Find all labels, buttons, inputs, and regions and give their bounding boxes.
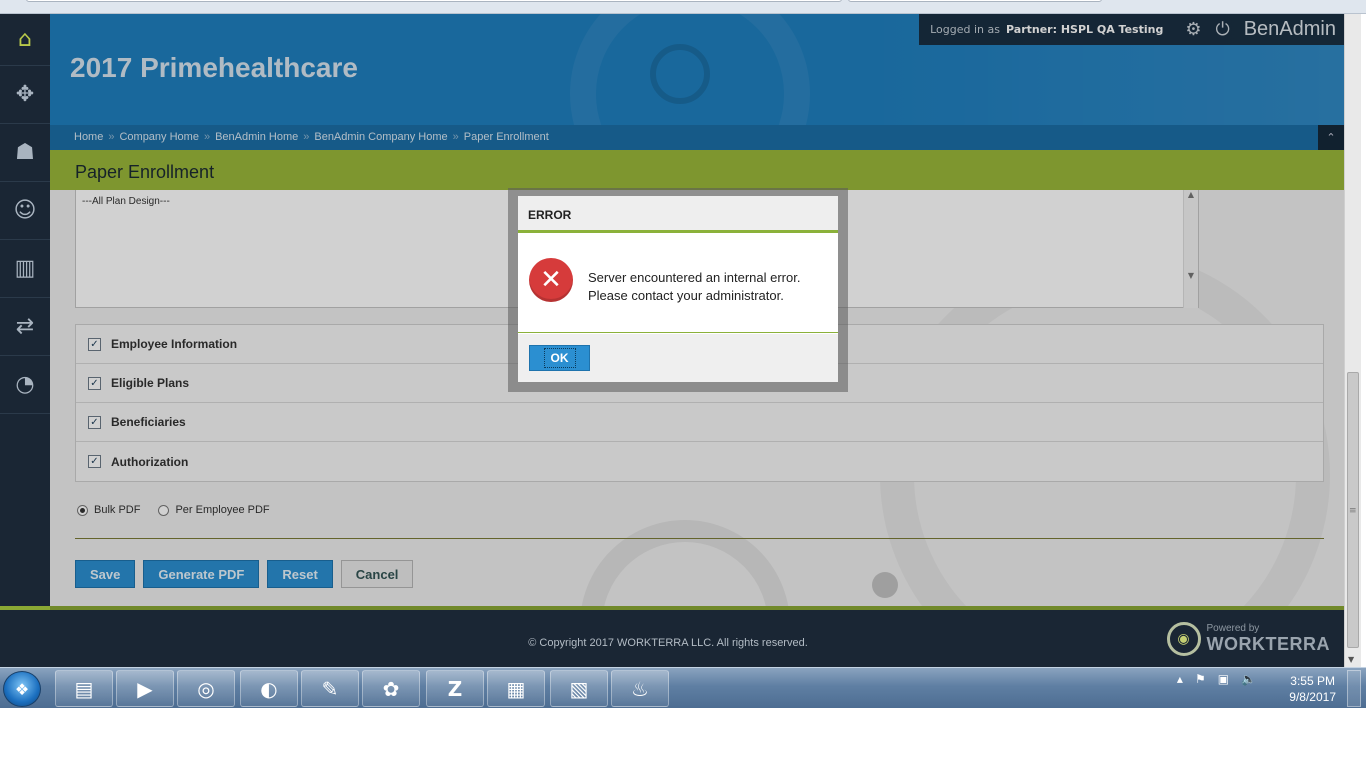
fire-app-icon[interactable]: ♨ bbox=[611, 670, 669, 707]
page-footer: © Copyright 2017 WORKTERRA LLC. All righ… bbox=[0, 610, 1344, 667]
chrome-icon[interactable]: ◎ bbox=[177, 670, 235, 707]
powered-by-brand: WORKTERRA bbox=[1206, 634, 1330, 654]
puzzle-icon[interactable]: ✥ bbox=[0, 66, 50, 124]
home-icon[interactable]: ⌂ bbox=[0, 14, 50, 66]
media-player-icon[interactable]: ▶ bbox=[116, 670, 174, 707]
powered-by-logo: ◉ Powered by WORKTERRA bbox=[1166, 622, 1331, 656]
z-app-icon[interactable]: Z bbox=[426, 670, 484, 707]
image-viewer-icon[interactable]: ▦ bbox=[487, 670, 545, 707]
chat-bubble-icon[interactable]: ◔ bbox=[0, 356, 50, 414]
file-explorer-icon[interactable]: ▤ bbox=[55, 670, 113, 707]
clock-time: 3:55 PM bbox=[1290, 674, 1335, 688]
workterra-logo-icon: ◉ bbox=[1166, 622, 1201, 656]
action-center-flag-icon[interactable]: ⚑ bbox=[1195, 672, 1206, 686]
firefox-icon[interactable]: ◐ bbox=[240, 670, 298, 707]
transfer-arrows-icon[interactable]: ⇄ bbox=[0, 298, 50, 356]
paint-icon[interactable]: ✿ bbox=[362, 670, 420, 707]
clock-date: 9/8/2017 bbox=[1289, 690, 1336, 704]
error-message-line-1: Server encountered an internal error. bbox=[588, 270, 801, 285]
ok-button-label: OK bbox=[543, 348, 576, 368]
dialog-title: ERROR bbox=[518, 196, 838, 233]
windows-logo-icon: ❖ bbox=[14, 679, 30, 699]
left-nav: ⌂ ✥ ☗ ☺ ▥ ⇄ ◔ bbox=[0, 14, 50, 606]
network-icon[interactable]: ▣ bbox=[1218, 672, 1229, 686]
error-message: Server encountered an internal error. Pl… bbox=[588, 269, 828, 305]
ok-button[interactable]: OK bbox=[529, 345, 590, 371]
volume-icon[interactable]: 🔈 bbox=[1241, 672, 1256, 686]
notepad-icon[interactable]: ✎ bbox=[301, 670, 359, 707]
bar-chart-icon[interactable]: ▥ bbox=[0, 240, 50, 298]
powered-by-label: Powered by bbox=[1206, 623, 1260, 634]
error-message-line-2: Please contact your administrator. bbox=[588, 288, 784, 303]
tray-expand-icon[interactable]: ▴ bbox=[1177, 672, 1183, 686]
dialog-footer: OK bbox=[518, 334, 838, 382]
start-button[interactable]: ❖ bbox=[3, 671, 41, 707]
browser-toolbar bbox=[0, 0, 1366, 14]
scrollbar-grip-icon: ≡ bbox=[1349, 506, 1357, 516]
error-dialog: ERROR ✕ Server encountered an internal e… bbox=[518, 196, 838, 382]
spreadsheet-icon[interactable]: ▧ bbox=[550, 670, 608, 707]
browser-search-bar[interactable] bbox=[848, 0, 1102, 2]
windows-taskbar: ❖ ▤ ▶ ◎ ◐ ✎ ✿ Z ▦ ▧ ♨ ▴ ⚑ ▣ 🔈 3:55 PM 9/… bbox=[0, 667, 1366, 708]
show-desktop-button[interactable] bbox=[1347, 670, 1361, 707]
user-star-icon[interactable]: ☗ bbox=[0, 124, 50, 182]
user-icon[interactable]: ☺ bbox=[0, 182, 50, 240]
z-app-label: Z bbox=[447, 676, 463, 701]
copyright-text: © Copyright 2017 WORKTERRA LLC. All righ… bbox=[528, 637, 808, 649]
error-x-icon: ✕ bbox=[529, 258, 573, 302]
address-bar[interactable] bbox=[26, 0, 842, 2]
dialog-body: ✕ Server encountered an internal error. … bbox=[518, 236, 838, 333]
scroll-down-icon[interactable]: ▼ bbox=[1348, 655, 1354, 664]
page-scrollbar[interactable]: ≡ ▼ bbox=[1344, 14, 1361, 667]
taskbar-clock[interactable]: 3:55 PM 9/8/2017 bbox=[1289, 673, 1336, 705]
